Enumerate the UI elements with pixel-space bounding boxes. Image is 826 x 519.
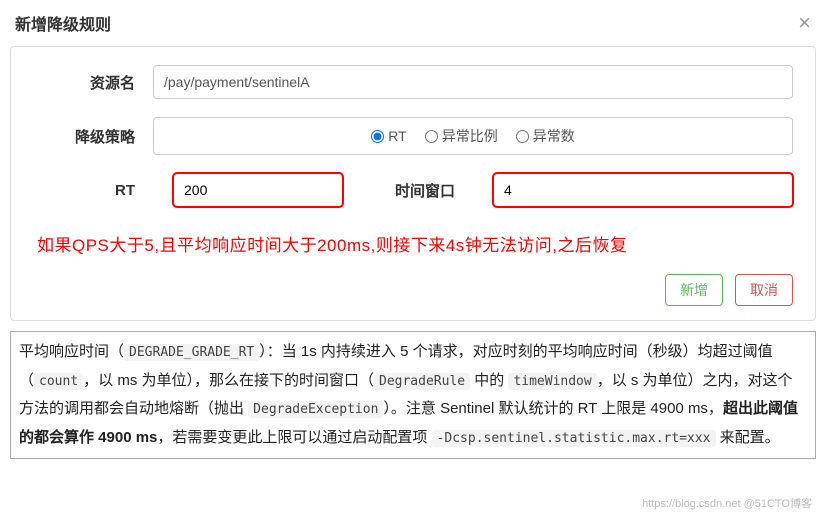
desc-t3: ，以 ms 为单位），那么在接下的时间窗口（: [83, 372, 374, 389]
row-resource: 资源名: [33, 65, 793, 99]
window-input[interactable]: [493, 173, 793, 207]
desc-c1: DEGRADE_GRADE_RT: [124, 344, 259, 361]
radio-error-ratio-label: 异常比例: [442, 126, 498, 146]
label-rt: RT: [33, 182, 153, 199]
modal-header: 新增降级规则 ×: [0, 0, 826, 46]
radio-rt[interactable]: RT: [371, 128, 406, 144]
radio-error-ratio-input[interactable]: [425, 130, 438, 143]
button-row: 新增 取消: [33, 274, 793, 306]
row-strategy: 降级策略 RT 异常比例 异常数: [33, 117, 793, 155]
rt-input[interactable]: [173, 173, 343, 207]
resource-input[interactable]: [153, 65, 793, 99]
desc-c2: count: [34, 373, 83, 390]
desc-c3: DegradeRule: [374, 373, 470, 390]
annotation-note: 如果QPS大于5,且平均响应时间大于200ms,则接下来4s钟无法访问,之后恢复: [33, 225, 793, 274]
desc-c6: -Dcsp.sentinel.statistic.max.rt=xxx: [432, 430, 716, 447]
form-panel: 资源名 降级策略 RT 异常比例 异常数 RT: [10, 46, 816, 321]
row-rt-window: RT 时间窗口: [33, 173, 793, 207]
cancel-button[interactable]: 取消: [735, 274, 793, 306]
desc-c5: DegradeException: [248, 401, 383, 418]
desc-t7: ，若需要变更此上限可以通过启动配置项: [157, 429, 431, 446]
label-strategy: 降级策略: [33, 126, 153, 147]
add-button[interactable]: 新增: [665, 274, 723, 306]
modal-title: 新增降级规则: [15, 11, 111, 35]
radio-rt-label: RT: [388, 128, 406, 144]
radio-error-count-input[interactable]: [516, 130, 529, 143]
strategy-radio-group: RT 异常比例 异常数: [153, 117, 793, 155]
desc-t6: ）。注意 Sentinel 默认统计的 RT 上限是 4900 ms，: [383, 400, 723, 417]
radio-error-ratio[interactable]: 异常比例: [425, 126, 498, 146]
desc-t1: 平均响应时间（: [19, 343, 124, 360]
desc-t8: 来配置。: [716, 429, 780, 446]
description-box: 平均响应时间（DEGRADE_GRADE_RT）：当 1s 内持续进入 5 个请…: [10, 331, 816, 459]
radio-rt-input[interactable]: [371, 130, 384, 143]
radio-error-count[interactable]: 异常数: [516, 126, 575, 146]
desc-c4: timeWindow: [508, 373, 596, 390]
watermark: https://blog.csdn.net @51CTO博客: [642, 495, 812, 511]
desc-t4: 中的: [470, 372, 508, 389]
label-resource: 资源名: [33, 72, 153, 93]
radio-error-count-label: 异常数: [533, 126, 575, 146]
close-icon[interactable]: ×: [798, 10, 811, 36]
label-window: 时间窗口: [363, 180, 473, 201]
modal: 新增降级规则 × 资源名 降级策略 RT 异常比例 异常数: [0, 0, 826, 459]
